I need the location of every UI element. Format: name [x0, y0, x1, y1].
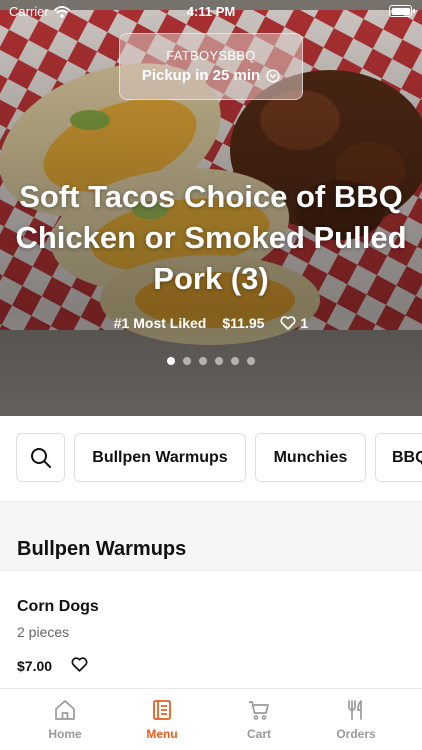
pickup-selector[interactable]: FATBOYSBBQ Pickup in 25 min — [119, 33, 303, 100]
menu-item-name: Corn Dogs — [17, 598, 99, 615]
carousel-dot[interactable] — [215, 357, 223, 365]
carousel-dot[interactable] — [167, 357, 175, 365]
tab-cart-label: Cart — [246, 727, 271, 741]
like-count: 1 — [300, 315, 309, 331]
carousel-dot[interactable] — [199, 357, 207, 365]
pickup-time-label: Pickup in 25 min — [141, 67, 261, 84]
cart-icon — [249, 701, 269, 720]
search-button[interactable] — [16, 433, 65, 482]
featured-like-button[interactable]: 1 — [280, 315, 308, 331]
featured-item-meta: #1 Most Liked $11.95 1 — [0, 315, 422, 331]
tab-cart[interactable]: Cart — [209, 698, 309, 741]
category-bar[interactable]: Bullpen Warmups Munchies BBQ — [0, 416, 422, 502]
search-icon — [30, 447, 51, 468]
tab-menu[interactable]: Menu — [112, 698, 212, 741]
carousel-dot[interactable] — [183, 357, 191, 365]
tab-home-label: Home — [48, 727, 82, 741]
carousel-dot[interactable] — [247, 357, 255, 365]
menu-item-description: 2 pieces — [17, 624, 70, 640]
restaurant-name: FATBOYSBBQ — [166, 48, 256, 63]
featured-price: $11.95 — [222, 315, 265, 331]
carousel-pagination[interactable] — [0, 357, 422, 365]
section-title: Bullpen Warmups — [17, 538, 187, 560]
featured-hero[interactable]: Carrier 4:11 PM FATBOYSBBQ Pickup in 25 … — [0, 0, 422, 416]
pickup-time: Pickup in 25 min — [120, 67, 302, 84]
status-time: 4:11 PM — [186, 4, 236, 19]
tab-menu-label: Menu — [146, 727, 178, 741]
menu-icon — [153, 700, 171, 720]
category-chip-bbq[interactable]: BBQ — [375, 433, 422, 482]
heart-icon — [71, 657, 88, 672]
most-liked-badge: #1 Most Liked — [113, 315, 207, 331]
heart-icon — [280, 316, 296, 330]
menu-item[interactable]: Corn Dogs 2 pieces $7.00 — [0, 570, 422, 688]
tab-orders[interactable]: Orders — [306, 698, 406, 741]
category-chip-munchies[interactable]: Munchies — [255, 433, 366, 482]
tab-orders-label: Orders — [336, 727, 376, 741]
chevron-down-circle-icon — [266, 68, 280, 83]
orders-icon — [348, 700, 362, 720]
featured-item-title: Soft Tacos Choice of BBQ Chicken or Smok… — [15, 179, 407, 296]
tab-home[interactable]: Home — [15, 698, 115, 741]
status-bar: Carrier 4:11 PM — [0, 0, 422, 24]
menu-item-like-button[interactable] — [71, 657, 88, 677]
category-chip-bullpen-warmups[interactable]: Bullpen Warmups — [74, 433, 246, 482]
home-icon — [55, 700, 75, 720]
tab-bar[interactable]: Home Menu Cart Orders — [0, 688, 422, 750]
battery-icon — [389, 5, 415, 17]
carousel-dot[interactable] — [231, 357, 239, 365]
menu-item-price: $7.00 — [17, 658, 53, 674]
